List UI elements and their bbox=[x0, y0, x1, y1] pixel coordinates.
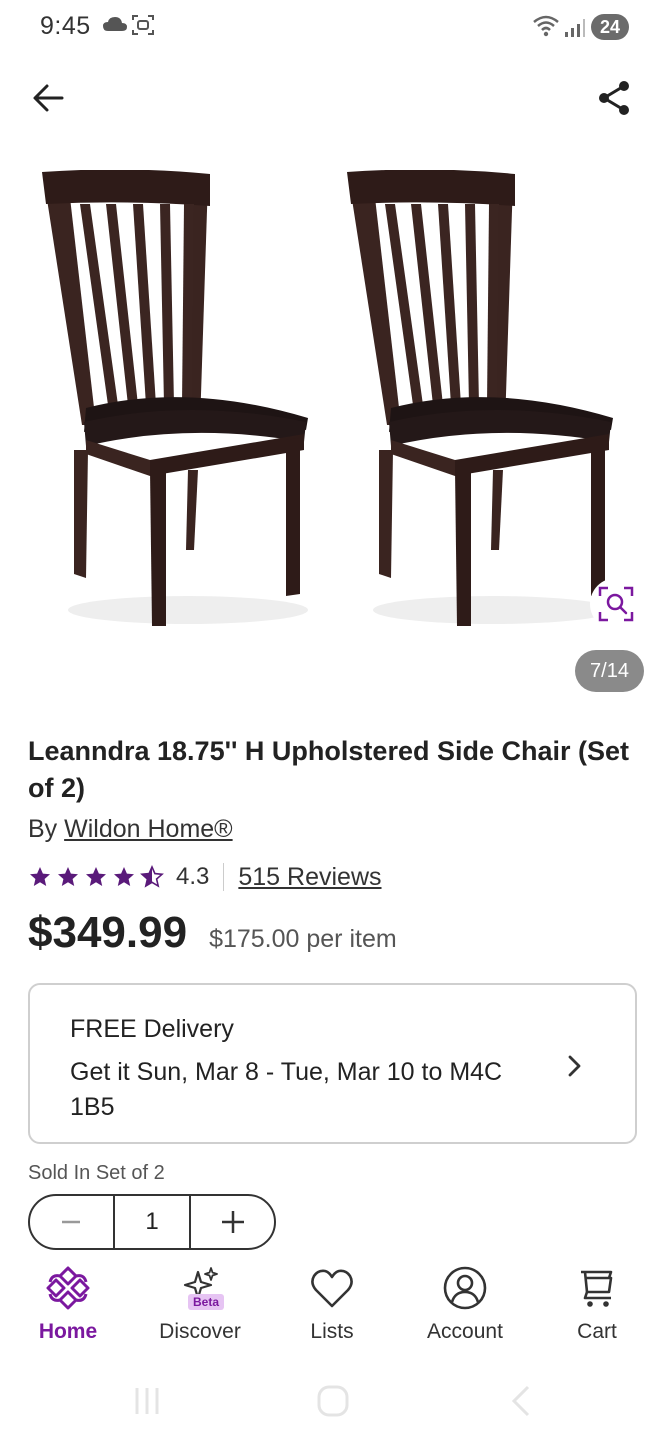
product-image-chair-left bbox=[42, 170, 308, 626]
back-button[interactable] bbox=[28, 78, 68, 118]
nav-cart-label: Cart bbox=[577, 1320, 617, 1343]
share-button[interactable] bbox=[595, 78, 635, 118]
home-circle-icon[interactable] bbox=[316, 1384, 350, 1418]
arrow-left-icon bbox=[33, 84, 64, 112]
nav-account[interactable]: Account bbox=[405, 1264, 525, 1344]
rating-value: 4.3 bbox=[176, 863, 210, 890]
visual-search-button[interactable] bbox=[590, 578, 642, 630]
product-price: $349.99 bbox=[28, 908, 188, 957]
delivery-estimate: Get it Sun, Mar 8 - Tue, Mar 10 to M4C 1… bbox=[70, 1058, 503, 1121]
sold-in-label: Sold In Set of 2 bbox=[28, 1162, 165, 1184]
star-half-icon bbox=[140, 865, 164, 888]
rating-stars bbox=[28, 865, 164, 889]
delivery-title: FREE Delivery bbox=[70, 1015, 234, 1043]
nav-lists[interactable]: Lists bbox=[272, 1264, 392, 1344]
unit-price: $175.00 per item bbox=[209, 925, 397, 953]
star-icon bbox=[114, 867, 134, 886]
nav-discover[interactable]: Beta Discover bbox=[140, 1264, 260, 1344]
decrease-quantity-button[interactable] bbox=[30, 1196, 113, 1248]
bottom-navigation: Home Beta Discover Lists Account Cart bbox=[0, 1252, 665, 1352]
nav-home[interactable]: Home bbox=[8, 1264, 128, 1344]
nav-lists-label: Lists bbox=[310, 1320, 354, 1343]
product-image-chair-right bbox=[347, 170, 613, 626]
star-icon bbox=[30, 867, 50, 886]
nav-cart[interactable]: Cart bbox=[537, 1264, 657, 1344]
home-icon bbox=[46, 1266, 90, 1310]
status-bar: 9:45 24 bbox=[0, 0, 665, 56]
battery-indicator: 24 bbox=[591, 14, 629, 40]
product-title: Leanndra 18.75'' H Upholstered Side Chai… bbox=[28, 736, 630, 803]
quantity-stepper: 1 bbox=[28, 1194, 276, 1250]
star-icon bbox=[58, 867, 78, 886]
brand-line: By Wildon Home® bbox=[28, 815, 233, 844]
system-back-icon[interactable] bbox=[506, 1384, 536, 1418]
reviews-link[interactable]: 515 Reviews bbox=[238, 863, 381, 892]
image-counter: 7/14 bbox=[575, 650, 644, 692]
chevron-right-icon bbox=[568, 1055, 581, 1077]
rating-row[interactable]: 4.3 515 Reviews bbox=[28, 860, 382, 894]
brand-prefix: By bbox=[28, 815, 65, 843]
product-image-gallery[interactable] bbox=[0, 140, 665, 700]
star-icon bbox=[86, 867, 106, 886]
system-navigation-bar bbox=[0, 1360, 665, 1440]
nav-account-label: Account bbox=[427, 1320, 503, 1343]
quantity-value[interactable]: 1 bbox=[112, 1196, 192, 1248]
cloud-icon bbox=[103, 17, 127, 31]
beta-badge: Beta bbox=[188, 1294, 224, 1310]
account-icon bbox=[443, 1266, 487, 1310]
signal-icon bbox=[565, 19, 585, 37]
minus-icon bbox=[62, 1220, 81, 1224]
rating-divider bbox=[223, 863, 225, 891]
price-row: $349.99 $175.00 per item bbox=[28, 908, 397, 958]
status-time: 9:45 bbox=[40, 12, 91, 40]
heart-icon bbox=[311, 1269, 353, 1308]
share-icon bbox=[599, 81, 629, 115]
nav-home-label: Home bbox=[38, 1320, 98, 1343]
wifi-icon bbox=[533, 15, 559, 37]
visual-search-icon bbox=[598, 586, 634, 622]
recents-icon[interactable] bbox=[132, 1386, 162, 1416]
nav-discover-label: Discover bbox=[159, 1320, 241, 1343]
screenshot-icon bbox=[132, 15, 154, 35]
increase-quantity-button[interactable] bbox=[191, 1196, 274, 1248]
plus-icon bbox=[221, 1211, 244, 1233]
cart-icon bbox=[581, 1270, 613, 1307]
delivery-card[interactable]: FREE Delivery Get it Sun, Mar 8 - Tue, M… bbox=[28, 983, 637, 1144]
brand-link[interactable]: Wildon Home® bbox=[64, 815, 232, 843]
